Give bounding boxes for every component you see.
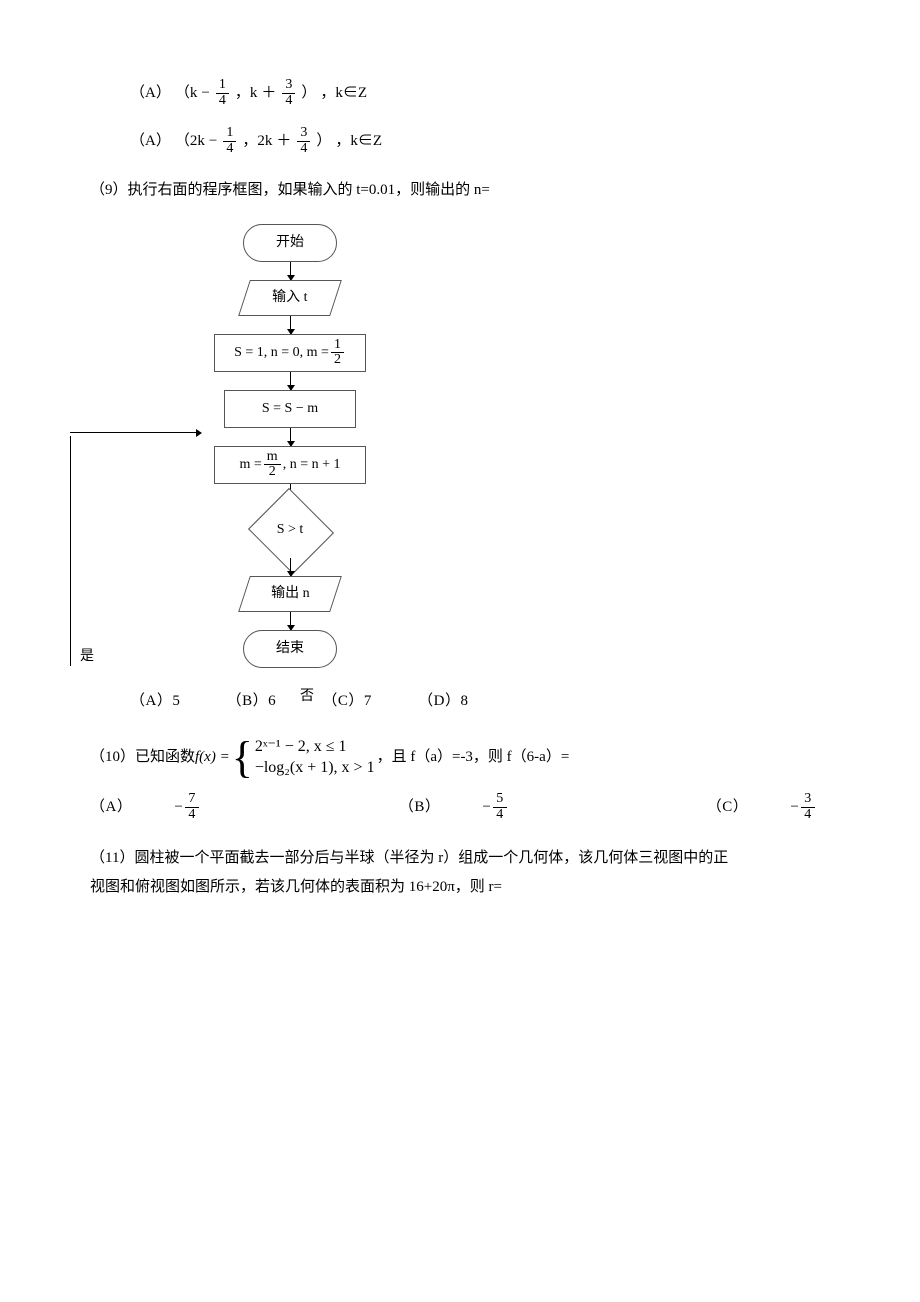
q9-ans-d: （D）8 (418, 693, 468, 709)
flowchart: 是 开始 输入 t S = 1, n = 0, m = 1 2 S = S − … (140, 224, 840, 668)
loop-arrowhead-icon (196, 429, 202, 437)
q10-func: f(x) = (195, 744, 230, 771)
arrow-icon (290, 316, 291, 334)
flow-step1: S = S − m (224, 390, 356, 428)
frac-1-4: 1 4 (223, 126, 236, 156)
q11-line1: （11）圆柱被一个平面截去一部分后与半球（半径为 r）组成一个几何体，该几何体三… (90, 845, 840, 872)
frac-3-4: 3 4 (282, 78, 295, 108)
flow-output: 输出 n (238, 576, 342, 612)
q10-ans-c: （C） −34 (707, 792, 920, 822)
opt-text: ，k (235, 80, 258, 107)
q10-answers: （A） −74 （B） −54 （C） −34 （D） −14 (90, 792, 840, 822)
flow-step2: m = m 2 , n = n + 1 (214, 446, 366, 484)
q10-mid: ，且 f（a）=-3，则 f（6-a）= (377, 744, 570, 771)
opt-text: ） (316, 128, 331, 155)
flow-input: 输入 t (238, 280, 342, 316)
q10-ans-b: （B） −54 (399, 792, 633, 822)
plus: ＋ (276, 128, 291, 155)
neg-frac: −74 (174, 792, 282, 822)
opt-text: （k (175, 80, 198, 107)
flow-end: 结束 (243, 630, 337, 668)
minus: − (201, 80, 209, 107)
arrow-icon (290, 262, 291, 280)
q9-ans-a: （A）5 (130, 693, 180, 709)
arrow-icon (290, 372, 291, 390)
piecewise: { 2ˣ⁻¹ − 2, x ≤ 1 −log₂(x + 1), x > 1 (232, 737, 375, 779)
minus: − (209, 128, 217, 155)
frac-3-4: 3 4 (297, 126, 310, 156)
frac-half: 1 2 (331, 338, 344, 368)
frac-m2: m 2 (264, 450, 281, 480)
q8-option-b: （A） （2k − 1 4 ，2k ＋ 3 4 ） ，k∈Z (130, 126, 840, 156)
flow-start: 开始 (243, 224, 337, 262)
loop-line (70, 436, 201, 666)
brace-icon: { (232, 738, 253, 778)
neg-frac: −34 (790, 792, 898, 822)
q10-prefix: （10）已知函数 (90, 744, 195, 771)
loop-line-top (70, 432, 200, 433)
opt-label: （A） (130, 80, 171, 107)
cases: 2ˣ⁻¹ − 2, x ≤ 1 −log₂(x + 1), x > 1 (255, 737, 375, 779)
q9-ans-b: （B）6 (227, 693, 277, 709)
frac-1-4: 1 4 (216, 78, 229, 108)
opt-label: （A） (130, 128, 171, 155)
opt-text: （2k (175, 128, 205, 155)
q9-ans-c: （C）7 (322, 693, 372, 709)
flow-decision: S > t (250, 502, 330, 558)
opt-text: ，k∈Z (335, 128, 382, 155)
no-label: 否 (300, 684, 314, 709)
opt-text: ，2k (242, 128, 272, 155)
q8-option-a: （A） （k − 1 4 ，k ＋ 3 4 ） ，k∈Z (130, 78, 840, 108)
plus: ＋ (261, 80, 276, 107)
arrow-icon (290, 612, 291, 630)
q10-ans-a: （A） −74 (90, 792, 325, 822)
flow-init: S = 1, n = 0, m = 1 2 (214, 334, 366, 372)
neg-frac: −54 (482, 792, 590, 822)
arrow-icon (290, 558, 291, 576)
arrow-icon (290, 428, 291, 446)
q9-answers: （A）5 （B）6 （C）7 （D）8 (130, 688, 840, 715)
q9-text: （9）执行右面的程序框图，如果输入的 t=0.01，则输出的 n= (90, 177, 840, 204)
q11-line2: 视图和俯视图如图所示，若该几何体的表面积为 16+20π，则 r= (90, 874, 840, 901)
case2: −log₂(x + 1), x > 1 (255, 758, 375, 779)
opt-text: ，k∈Z (320, 80, 367, 107)
opt-text: ） (301, 80, 316, 107)
yes-label: 是 (80, 644, 94, 669)
case1: 2ˣ⁻¹ − 2, x ≤ 1 (255, 737, 375, 758)
q10-line: （10）已知函数 f(x) = { 2ˣ⁻¹ − 2, x ≤ 1 −log₂(… (90, 737, 840, 779)
